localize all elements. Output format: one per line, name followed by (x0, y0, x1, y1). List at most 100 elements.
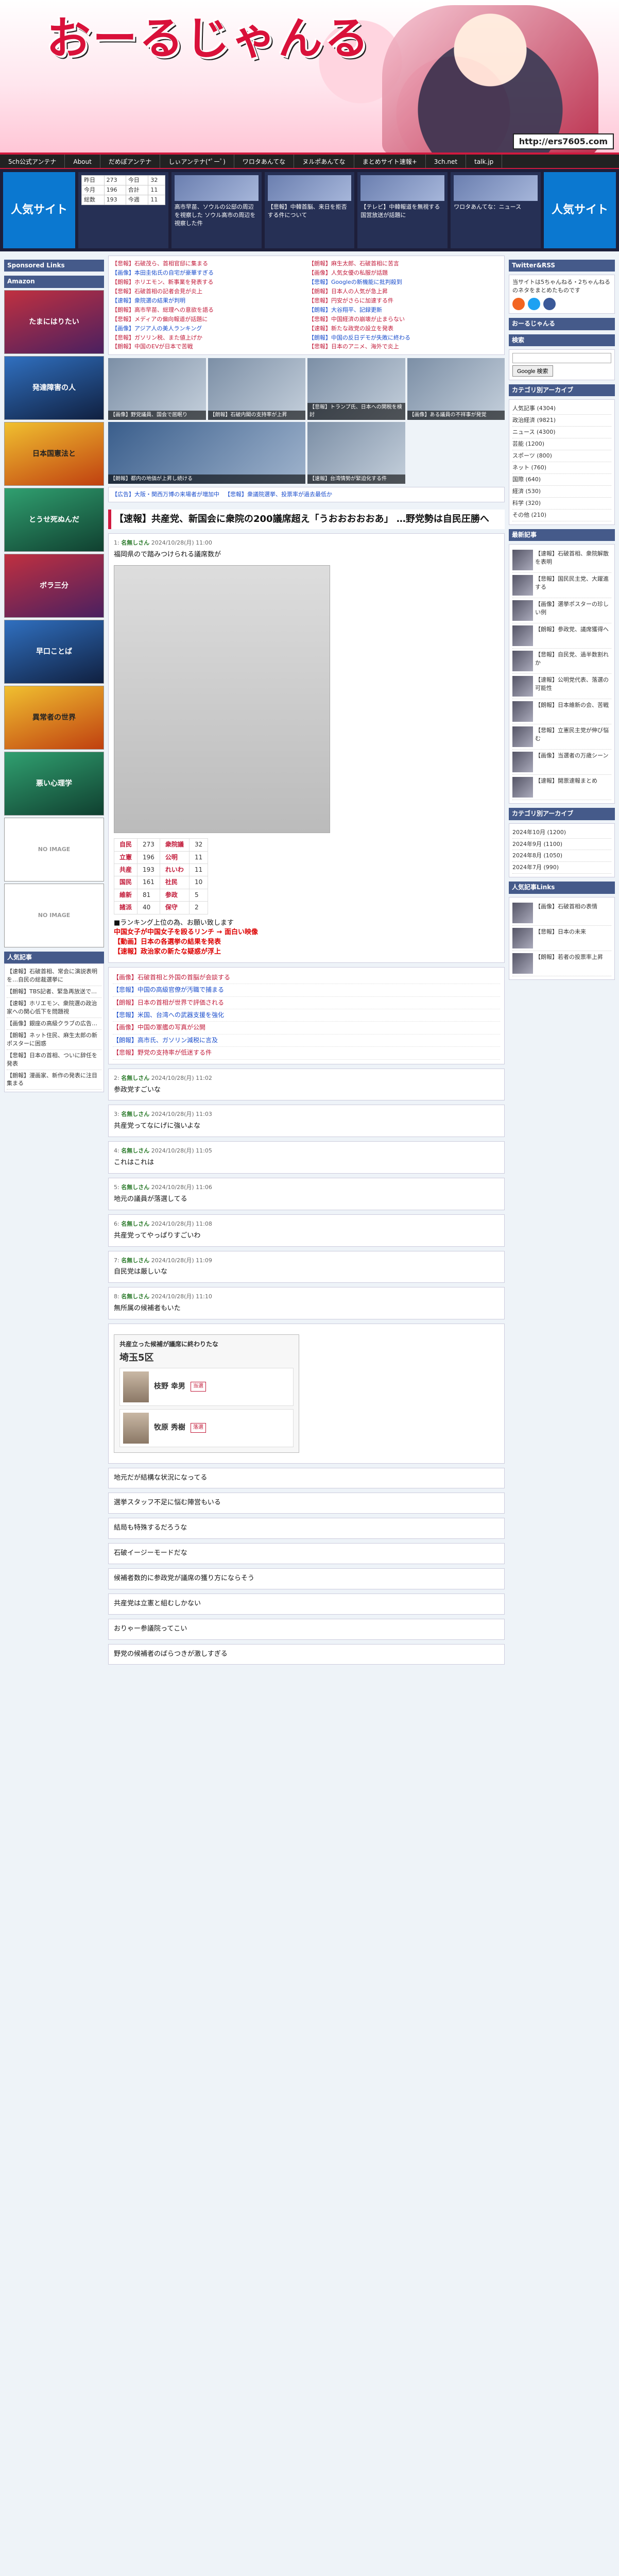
promo-line[interactable]: 中国女子が中国女子を殴るリンチ → 面白い映像 (114, 928, 499, 938)
top-link-column[interactable]: 【悲報】中韓首脳、来日を拒否する件について (264, 172, 355, 248)
photo-card[interactable]: 【悲報】トランプ氏、日本への関税を検討 (307, 358, 405, 420)
sidebar-link[interactable]: 2024年7月 (990) (512, 862, 611, 874)
search-input[interactable] (512, 353, 611, 364)
search-button[interactable]: Google 検索 (512, 365, 553, 377)
top-link[interactable]: 【悲報】中韓首脳、来日を拒否する件について (268, 203, 352, 219)
sidebar-article[interactable]: 【画像】選挙ポスターの珍しい例 (512, 598, 611, 624)
sidebar-article[interactable]: 【悲報】日本の未来 (512, 926, 611, 951)
twitter-icon[interactable] (528, 298, 540, 311)
headline-link[interactable]: 【朗報】日本人の人気が急上昇 (308, 287, 501, 296)
sidebar-link[interactable]: 国際 (640) (512, 474, 611, 486)
sidebar-link[interactable]: 2024年10月 (1200) (512, 827, 611, 839)
nav-link[interactable]: しぃアンテナ(*ﾟーﾟ) (160, 155, 234, 168)
related-link[interactable]: 【悲報】米国、台湾への武器支援を強化 (113, 1009, 500, 1022)
sidebar-article[interactable]: 【悲報】自民党、過半数割れか (512, 649, 611, 674)
photo-card[interactable]: 【朗報】石破内閣の支持率が上昇 (208, 358, 305, 420)
amazon-book[interactable]: とうせ死ぬんだ (4, 487, 104, 552)
related-link[interactable]: 【朗報】高市氏、ガソリン減税に言及 (113, 1035, 500, 1047)
top-link-column[interactable]: ワロタあんてな：ニュース (451, 172, 541, 248)
headline-link[interactable]: 【朗報】ホリエモン、新事業を発表する (112, 278, 304, 287)
photo-card[interactable]: 【画像】野党議員、国会で居眠り (108, 358, 206, 420)
amazon-book[interactable]: 日本国憲法と (4, 421, 104, 486)
sidebar-link[interactable]: 政治経済 (9821) (512, 415, 611, 427)
headline-link[interactable]: 【悲報】ガソリン税、また値上げか (112, 333, 304, 343)
nav-link[interactable]: まとめサイト速報+ (354, 155, 426, 168)
ranking-item[interactable]: 【速報】ホリエモン、衆院選の政治家への関心低下を問題視 (7, 998, 101, 1018)
nav-link[interactable]: About (65, 155, 100, 168)
top-link-column[interactable]: 高市早苗、ソウルの公邸の周辺を視察した ソウル高市の周辺を視察した件 (171, 172, 262, 248)
related-link[interactable]: 【朗報】日本の首相が世界で評価される (113, 997, 500, 1010)
facebook-icon[interactable] (543, 298, 556, 311)
top-link[interactable]: 【テレビ】中韓報道を無視する国営放送が話題に (360, 203, 444, 219)
promo-line[interactable]: 【動画】日本の各選挙の結果を発表 (114, 938, 499, 947)
sidebar-article[interactable]: 【朗報】若者の投票率上昇 (512, 951, 611, 976)
sidebar-link[interactable]: 科学 (320) (512, 498, 611, 510)
sidebar-link[interactable]: その他 (210) (512, 510, 611, 521)
headline-link[interactable]: 【朗報】高市早苗、総理への意欲を語る (112, 306, 304, 315)
sidebar-link[interactable]: 2024年8月 (1050) (512, 850, 611, 862)
sidebar-article[interactable]: 【悲報】国民民主党、大躍進する (512, 573, 611, 599)
headline-link[interactable]: 【画像】人気女優の私服が話題 (308, 268, 501, 278)
headline-link[interactable]: 【速報】衆院選の結果が判明 (112, 296, 304, 306)
nav-link[interactable]: 3ch.net (426, 155, 467, 168)
sidebar-article[interactable]: 【画像】当選者の万歳シーン (512, 750, 611, 775)
ranking-item[interactable]: 【朗報】TBS記者、緊急再放送で… (7, 986, 101, 998)
top-link-column[interactable]: 【テレビ】中韓報道を無視する国営放送が話題に (357, 172, 448, 248)
rss-icon[interactable] (512, 298, 525, 311)
amazon-book[interactable]: 悪い心理学 (4, 751, 104, 816)
amazon-book[interactable]: NO IMAGE (4, 817, 104, 882)
sidebar-link[interactable]: スポーツ (800) (512, 450, 611, 463)
headline-link[interactable]: 【朗報】中国の反日デモが失敗に終わる (308, 333, 501, 343)
ranking-item[interactable]: 【悲報】日本の首相、ついに辞任を発表 (7, 1050, 101, 1070)
amazon-book[interactable]: 発達障害の人 (4, 355, 104, 420)
headline-link[interactable]: 【悲報】石破首相の記者会見が炎上 (112, 287, 304, 296)
nav-link[interactable]: だめぽアンテナ (100, 155, 161, 168)
headline-link[interactable]: 【悲報】日本のアニメ、海外で炎上 (308, 342, 501, 351)
sidebar-article[interactable]: 【画像】石破首相の表情 (512, 901, 611, 926)
headline-link[interactable]: 【画像】アジア人の美人ランキング (112, 324, 304, 333)
headline-link[interactable]: 【悲報】石破茂ら、首相官邸に集まる (112, 259, 304, 268)
sidebar-link[interactable]: 芸能 (1200) (512, 438, 611, 451)
related-link[interactable]: 【悲報】中国の高級官僚が汚職で捕まる (113, 984, 500, 997)
related-link[interactable]: 【画像】石破首相と外国の首脳が会談する (113, 972, 500, 985)
site-banner[interactable]: おーるじゃんる http://ers7605.com (0, 0, 619, 155)
nav-link[interactable]: ワロタあんてな (234, 155, 295, 168)
sidebar-article[interactable]: 【速報】石破首相、衆院解散を表明 (512, 548, 611, 573)
amazon-book[interactable]: NO IMAGE (4, 883, 104, 947)
headline-link[interactable]: 【悲報】Googleの新機能に批判殺到 (308, 278, 501, 287)
sidebar-link[interactable]: ニュース (4300) (512, 427, 611, 439)
ranking-item[interactable]: 【画像】銀座の高級クラブの広告… (7, 1018, 101, 1030)
related-link[interactable]: 【悲報】野党の支持率が低迷する件 (113, 1047, 500, 1060)
headline-link[interactable]: 【朗報】中国のEVが日本で苦戦 (112, 342, 304, 351)
nav-link[interactable]: 5ch公式アンテナ (0, 155, 65, 168)
sidebar-article[interactable]: 【朗報】日本維新の会、苦戦 (512, 699, 611, 725)
photo-card[interactable]: 【速報】台湾情勢が緊迫化する件 (307, 422, 405, 484)
headline-link[interactable]: 【朗報】大谷翔平、記録更新 (308, 306, 501, 315)
nav-link[interactable]: ヌルポあんてな (294, 155, 354, 168)
headline-link[interactable]: 【朗報】麻生太郎、石破首相に苦言 (308, 259, 501, 268)
sidebar-article[interactable]: 【速報】開票速報まとめ (512, 775, 611, 801)
sponsored-link[interactable]: 【広告】大阪・関西万博の来場者が増加中 (112, 490, 219, 499)
sidebar-article[interactable]: 【速報】公明党代表、落選の可能性 (512, 674, 611, 700)
sidebar-link[interactable]: 2024年9月 (1100) (512, 839, 611, 851)
sidebar-link[interactable]: ネット (760) (512, 462, 611, 474)
amazon-book[interactable]: 異常者の世界 (4, 685, 104, 750)
sidebar-article[interactable]: 【朗報】参政党、議席獲得へ (512, 623, 611, 649)
sidebar-article[interactable]: 【悲報】立憲民主党が伸び悩む (512, 724, 611, 750)
related-link[interactable]: 【画像】中国の軍艦の写真が公開 (113, 1022, 500, 1035)
photo-card[interactable]: 【画像】ある議員の不祥事が発覚 (407, 358, 505, 420)
headline-link[interactable]: 【悲報】中国経済の崩壊が止まらない (308, 315, 501, 324)
ranking-item[interactable]: 【朗報】ネット住民、麻生太郎の新ポスターに困惑 (7, 1030, 101, 1050)
promo-line[interactable]: 【速報】政治家の新たな疑惑が浮上 (114, 947, 499, 957)
headline-link[interactable]: 【速報】新たな政党の設立を発表 (308, 324, 501, 333)
sidebar-link[interactable]: 人気記事 (4304) (512, 403, 611, 415)
headline-link[interactable]: 【画像】本田圭佑氏の自宅が豪華すぎる (112, 268, 304, 278)
photo-card[interactable]: 【朗報】都内の地価が上昇し続ける (108, 422, 305, 484)
headline-link[interactable]: 【悲報】円安がさらに加速する件 (308, 296, 501, 306)
top-link[interactable]: 高市早苗、ソウルの公邸の周辺を視察した ソウル高市の周辺を視察した件 (175, 203, 259, 228)
ranking-item[interactable]: 【速報】石破首相、常会に演説表明を…自民の総裁選挙に (7, 966, 101, 987)
top-link[interactable]: ワロタあんてな：ニュース (454, 203, 538, 211)
amazon-book[interactable]: ボラ三分 (4, 553, 104, 618)
sponsored-link[interactable]: 【悲報】衆議院選挙、投票率が過去最低か (225, 490, 332, 499)
sidebar-link[interactable]: 経済 (530) (512, 486, 611, 498)
